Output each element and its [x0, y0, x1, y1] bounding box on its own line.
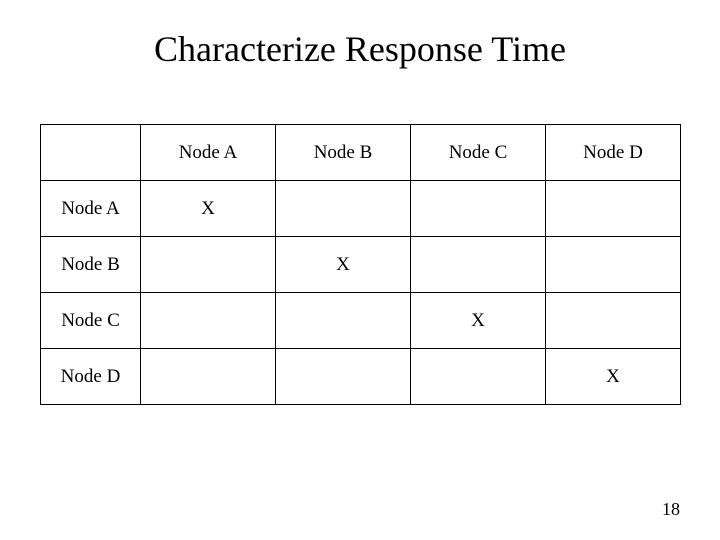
table-cell	[276, 293, 411, 349]
table-cell	[276, 349, 411, 405]
col-header: Node D	[546, 125, 681, 181]
table-cell: X	[411, 293, 546, 349]
table-header-row: Node A Node B Node C Node D	[41, 125, 681, 181]
table-cell	[411, 349, 546, 405]
table-cell	[546, 293, 681, 349]
row-header: Node B	[41, 237, 141, 293]
table-cell: X	[141, 181, 276, 237]
row-header: Node D	[41, 349, 141, 405]
row-header: Node C	[41, 293, 141, 349]
table-row: Node C X	[41, 293, 681, 349]
table-row: Node A X	[41, 181, 681, 237]
table-corner-cell	[41, 125, 141, 181]
table-cell	[141, 237, 276, 293]
table-row: Node D X	[41, 349, 681, 405]
col-header: Node C	[411, 125, 546, 181]
page-number: 18	[662, 499, 680, 520]
table-cell	[141, 349, 276, 405]
slide-title: Characterize Response Time	[40, 28, 680, 70]
table-cell	[411, 181, 546, 237]
table-row: Node B X	[41, 237, 681, 293]
table-cell	[276, 181, 411, 237]
col-header: Node A	[141, 125, 276, 181]
table-cell	[411, 237, 546, 293]
table-cell	[546, 237, 681, 293]
table-cell	[546, 181, 681, 237]
response-time-table: Node A Node B Node C Node D Node A X Nod…	[40, 124, 681, 405]
row-header: Node A	[41, 181, 141, 237]
col-header: Node B	[276, 125, 411, 181]
table-cell: X	[276, 237, 411, 293]
table-cell	[141, 293, 276, 349]
table-cell: X	[546, 349, 681, 405]
